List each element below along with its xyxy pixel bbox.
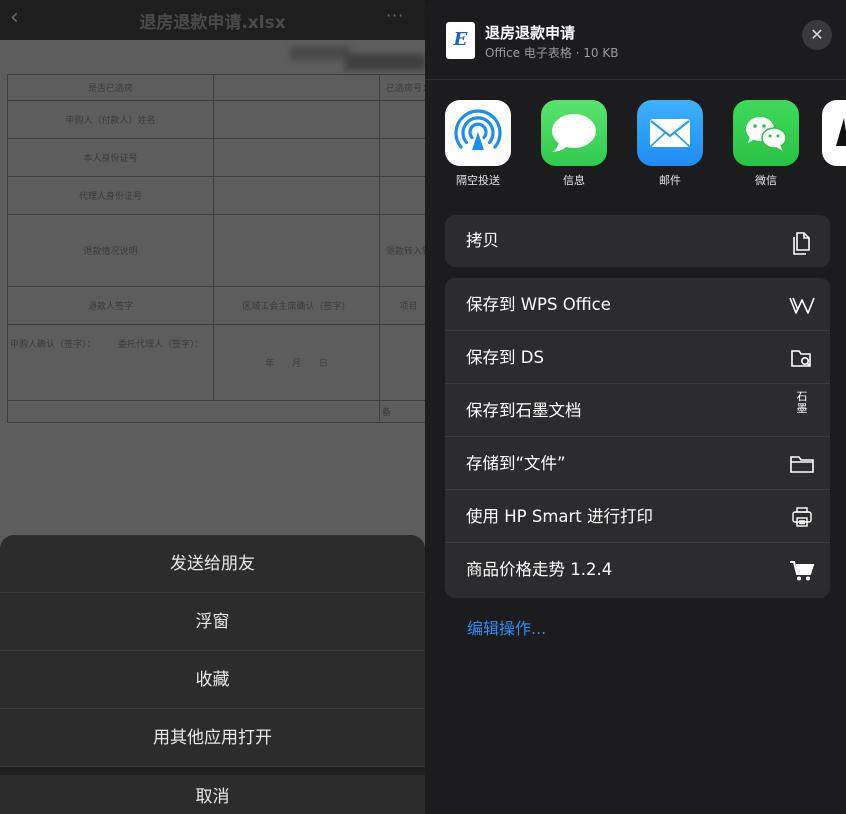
table-row: 备: [7, 400, 425, 423]
wechat-action-sheet: 发送给朋友 浮窗 收藏 用其他应用打开 取消: [0, 535, 425, 814]
table-cell: 退款人签字: [7, 286, 214, 325]
copy-icon: [788, 228, 816, 256]
close-button[interactable]: ✕: [802, 20, 832, 50]
save-to-shimo-row[interactable]: 保存到石墨文档 石墨: [445, 384, 830, 437]
file-title: 退房退款申请: [485, 24, 576, 42]
table-row: 申购人（付款人）姓名: [7, 100, 425, 139]
table-cell: [379, 138, 425, 177]
table-cell: [213, 176, 380, 215]
table-cell: 是否已选房: [7, 74, 214, 101]
table-row: 退款人签字 区域工会主席确认（签字） 项目: [7, 286, 425, 325]
save-to-wps-row[interactable]: 保存到 WPS Office: [445, 278, 830, 331]
share-app-messages[interactable]: 信息: [534, 100, 614, 188]
save-to-ds-row[interactable]: 保存到 DS: [445, 331, 830, 384]
price-trend-row[interactable]: 商品价格走势 1.2.4: [445, 543, 830, 596]
table-row: 本人身份证号: [7, 138, 425, 177]
row-label: 保存到 WPS Office: [466, 295, 611, 314]
app-label: 隔空投送: [456, 174, 500, 187]
airdrop-icon: [445, 100, 511, 166]
table-cell: 退款情况说明: [7, 214, 214, 287]
share-app-mail[interactable]: 邮件: [630, 100, 710, 188]
table-cell: 年 月 日: [213, 324, 380, 401]
row-label: 商品价格走势 1.2.4: [466, 560, 613, 579]
table-cell: [379, 100, 425, 139]
table-cell: [7, 400, 214, 423]
hp-smart-print-row[interactable]: 使用 HP Smart 进行打印: [445, 490, 830, 543]
favorite-button[interactable]: 收藏: [0, 651, 425, 709]
mail-icon: [637, 100, 703, 166]
more-icon[interactable]: ···: [386, 6, 404, 25]
table-row: 退款情况说明 退款转入银: [7, 214, 425, 287]
file-meta: Office 电子表格 · 10 KB: [485, 46, 619, 60]
send-to-friend-button[interactable]: 发送给朋友: [0, 535, 425, 593]
table-row: 申购人确认（签字）： 委托代理人（签字）： 年 月 日: [7, 324, 425, 401]
folder-icon: [788, 450, 816, 478]
copy-group: 拷贝: [445, 215, 830, 267]
floating-window-button[interactable]: 浮窗: [0, 593, 425, 651]
ds-folder-icon: [788, 344, 816, 372]
row-label: 拷贝: [466, 231, 499, 250]
table-cell: 区域工会主席确认（签字）: [213, 286, 380, 325]
app-label: 邮件: [659, 174, 681, 187]
share-app-partial[interactable]: [822, 100, 846, 166]
app-label: 信息: [563, 174, 585, 187]
share-header: E 退房退款申请 Office 电子表格 · 10 KB ✕: [425, 0, 846, 80]
table-cell: [213, 400, 380, 423]
table-cell: [213, 74, 380, 101]
share-apps-row: 隔空投送 信息 邮件 微信: [425, 100, 846, 192]
row-label: 存储到“文件”: [466, 454, 566, 473]
row-label: 保存到 DS: [466, 348, 544, 367]
row-label: 保存到石墨文档: [466, 401, 582, 420]
save-to-files-row[interactable]: 存储到“文件”: [445, 437, 830, 490]
table-cell: [213, 214, 380, 287]
row-label: 使用 HP Smart 进行打印: [466, 507, 654, 526]
table-cell: 退款转入银: [379, 214, 425, 287]
open-in-other-app-button[interactable]: 用其他应用打开: [0, 709, 425, 767]
printer-icon: [788, 503, 816, 531]
table-cell: 代理人身份证号: [7, 176, 214, 215]
excel-file-icon: E: [446, 22, 475, 59]
table-cell: 项目: [379, 286, 425, 325]
wechat-icon: [733, 100, 799, 166]
actions-group: 保存到 WPS Office 保存到 DS 保存到石墨文档 石墨 存储到“文件”…: [445, 278, 830, 598]
table-cell: [213, 138, 380, 177]
table-row: 是否已选房 已选房号：: [7, 74, 425, 101]
edit-actions-link[interactable]: 编辑操作...: [467, 615, 546, 639]
wps-icon: [788, 291, 816, 319]
shimo-icon: 石墨: [796, 390, 808, 415]
cart-icon: [788, 556, 816, 584]
table-row: 代理人身份证号: [7, 176, 425, 215]
divider: [0, 767, 425, 775]
blurred-region: [290, 46, 350, 60]
refund-form-table: 是否已选房 已选房号： 申购人（付款人）姓名 本人身份证号 代理人身份证号 退款…: [7, 74, 425, 423]
share-sheet: E 退房退款申请 Office 电子表格 · 10 KB ✕ 隔空投送 信息 邮…: [425, 0, 846, 814]
document-title: 退房退款申请.xlsx: [139, 13, 286, 33]
app-label: 微信: [755, 174, 777, 187]
table-cell: [379, 324, 425, 401]
copy-row[interactable]: 拷贝: [445, 215, 830, 267]
table-cell: 备: [379, 400, 425, 423]
spreadsheet-preview: 是否已选房 已选房号： 申购人（付款人）姓名 本人身份证号 代理人身份证号 退款…: [0, 40, 425, 535]
table-cell: 已选房号：: [379, 74, 425, 101]
table-cell: 申购人确认（签字）： 委托代理人（签字）：: [7, 324, 214, 401]
table-cell: [213, 100, 380, 139]
table-cell: [379, 176, 425, 215]
blurred-region: [345, 54, 425, 70]
viewer-top-bar: ‹ 退房退款申请.xlsx ···: [0, 0, 425, 40]
share-app-wechat[interactable]: 微信: [726, 100, 806, 188]
table-cell: 本人身份证号: [7, 138, 214, 177]
messages-icon: [541, 100, 607, 166]
share-app-airdrop[interactable]: 隔空投送: [438, 100, 518, 188]
table-cell: 申购人（付款人）姓名: [7, 100, 214, 139]
cancel-button[interactable]: 取消: [0, 775, 425, 814]
document-viewer: ‹ 退房退款申请.xlsx ··· 是否已选房 已选房号： 申购人（付款人）姓名…: [0, 0, 425, 814]
app-icon: [822, 100, 846, 166]
